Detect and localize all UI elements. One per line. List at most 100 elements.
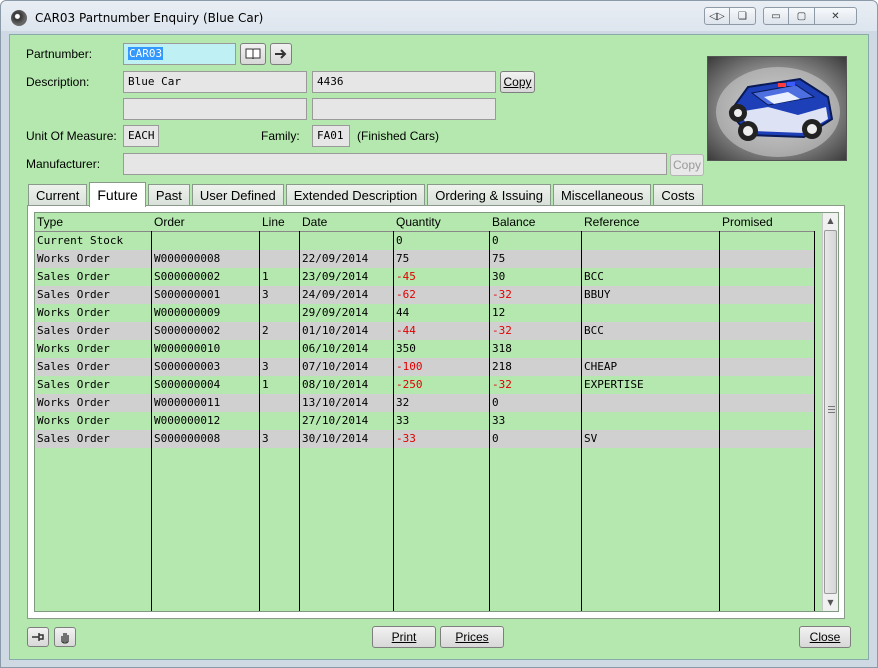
column-header-date[interactable]: Date — [300, 213, 327, 231]
column-header-order[interactable]: Order — [152, 213, 185, 231]
column-header-line[interactable]: Line — [260, 213, 285, 231]
cell-promised — [720, 340, 722, 358]
scroll-thumb[interactable] — [824, 230, 837, 594]
cell-order: W000000008 — [154, 252, 221, 265]
cell-date: 30/10/2014 — [302, 432, 369, 445]
vertical-scrollbar[interactable]: ▲ ▼ — [822, 213, 838, 611]
lookup-book-button[interactable] — [240, 43, 266, 65]
column-header-promised[interactable]: Promised — [720, 213, 773, 231]
table-row[interactable]: Sales Order S000000001 3 24/09/2014 -62 -32 BB… — [35, 286, 815, 304]
family-input[interactable]: FA01 — [312, 125, 350, 147]
cell-type: Sales Order — [37, 432, 110, 445]
cell-reference: BCC — [584, 270, 604, 283]
prices-button[interactable]: Prices — [440, 626, 504, 648]
tab-ordering-issuing[interactable]: Ordering & Issuing — [427, 184, 551, 206]
cell-balance: 0 — [492, 234, 499, 247]
column-header-reference[interactable]: Reference — [582, 213, 639, 231]
cell-type: Current Stock — [37, 234, 124, 247]
cell-date: 23/09/2014 — [302, 270, 369, 283]
tab-extended-description[interactable]: Extended Description — [285, 184, 426, 206]
tab-costs[interactable]: Costs — [653, 184, 703, 206]
cell-date: 06/10/2014 — [302, 342, 369, 355]
column-header-quantity[interactable]: Quantity — [394, 213, 441, 231]
column-divider — [719, 231, 720, 611]
pin-icon — [32, 633, 44, 641]
cell-line: 1 — [262, 378, 269, 391]
table-row[interactable]: Sales Order S000000008 3 30/10/2014 -33 0 SV — [35, 430, 815, 448]
cell-balance: 0 — [492, 396, 499, 409]
maximize-button[interactable]: ▢ — [789, 7, 815, 25]
cell-line: 3 — [262, 432, 269, 445]
description-code-input[interactable]: 4436 — [312, 71, 496, 93]
table-row[interactable]: Works Order W000000010 06/10/2014 350 318 — [35, 340, 815, 358]
copy-manufacturer-button[interactable]: Copy — [670, 154, 704, 176]
blue-car-icon — [716, 67, 840, 157]
cell-promised — [720, 286, 722, 304]
table-row[interactable]: Current Stock 0 0 — [35, 232, 815, 250]
cell-type: Sales Order — [37, 324, 110, 337]
cell-quantity: -100 — [396, 360, 423, 373]
app-logo-icon — [11, 10, 27, 26]
cell-quantity: 33 — [396, 414, 410, 427]
hand-icon — [61, 633, 69, 644]
cell-type: Sales Order — [37, 270, 110, 283]
column-header-balance[interactable]: Balance — [490, 213, 535, 231]
cell-promised — [720, 430, 722, 448]
tab-miscellaneous[interactable]: Miscellaneous — [552, 184, 652, 206]
print-button[interactable]: Print — [372, 626, 436, 648]
cell-quantity: -44 — [396, 324, 416, 337]
table-row[interactable]: Works Order W000000012 27/10/2014 33 33 — [35, 412, 815, 430]
scroll-up-icon[interactable]: ▲ — [823, 213, 838, 229]
tile-window-button[interactable]: ◁▷ — [704, 7, 730, 25]
minimize-button[interactable]: ▭ — [763, 7, 789, 25]
title-bar[interactable]: CAR03 Partnumber Enquiry (Blue Car) ◁▷ ❏… — [1, 1, 877, 35]
close-button[interactable]: Close — [799, 626, 851, 648]
future-tab-panel: Type Order Line Date Quantity Balance Re… — [27, 205, 845, 619]
scroll-down-icon[interactable]: ▼ — [823, 595, 838, 611]
description-line2-input[interactable] — [123, 98, 307, 120]
close-window-button[interactable]: ✕ — [815, 7, 857, 25]
future-transactions-grid[interactable]: Type Order Line Date Quantity Balance Re… — [34, 212, 839, 612]
grid-header: Type Order Line Date Quantity Balance Re… — [35, 213, 825, 231]
cell-line — [260, 232, 262, 250]
description-input[interactable]: Blue Car — [123, 71, 307, 93]
column-divider — [581, 231, 582, 611]
tab-future[interactable]: Future — [89, 182, 146, 207]
tab-current[interactable]: Current — [28, 184, 88, 206]
cell-balance: 30 — [492, 270, 506, 283]
manufacturer-input[interactable] — [123, 153, 667, 175]
table-row[interactable]: Sales Order S000000002 1 23/09/2014 -45 30 BCC — [35, 268, 815, 286]
table-row[interactable]: Sales Order S000000004 1 08/10/2014 -250 -32 E… — [35, 376, 815, 394]
window-title: CAR03 Partnumber Enquiry (Blue Car) — [35, 11, 264, 25]
cell-reference — [582, 394, 584, 412]
cell-line — [260, 340, 262, 358]
prices-label: Prices — [455, 630, 489, 644]
hand-tool-button[interactable] — [54, 627, 76, 647]
manufacturer-label: Manufacturer: — [26, 157, 101, 171]
tab-user-defined[interactable]: User Defined — [191, 184, 284, 206]
description-line2-code-input[interactable] — [312, 98, 496, 120]
table-row[interactable]: Sales Order S000000002 2 01/10/2014 -44 -32 BC… — [35, 322, 815, 340]
column-divider — [393, 231, 394, 611]
copy-window-button[interactable]: ❏ — [730, 7, 756, 25]
pin-button[interactable] — [27, 627, 49, 647]
copy-description-button[interactable]: Copy — [500, 71, 535, 93]
cell-type: Works Order — [37, 306, 110, 319]
column-header-type[interactable]: Type — [35, 213, 63, 231]
go-arrow-button[interactable] — [270, 43, 292, 65]
cell-balance: -32 — [492, 288, 512, 301]
cell-balance: 318 — [492, 342, 512, 355]
cell-quantity: 44 — [396, 306, 410, 319]
cell-order: S000000002 — [154, 270, 221, 283]
table-row[interactable]: Works Order W000000011 13/10/2014 32 0 — [35, 394, 815, 412]
tab-past[interactable]: Past — [147, 184, 190, 206]
table-row[interactable]: Works Order W000000008 22/09/2014 75 75 — [35, 250, 815, 268]
cell-date — [300, 232, 302, 250]
cell-type: Sales Order — [37, 378, 110, 391]
close-label: Close — [809, 630, 841, 644]
cell-balance: 12 — [492, 306, 506, 319]
table-row[interactable]: Works Order W000000009 29/09/2014 44 12 — [35, 304, 815, 322]
table-row[interactable]: Sales Order S000000003 3 07/10/2014 -100 218 C… — [35, 358, 815, 376]
uom-input[interactable]: EACH — [123, 125, 159, 147]
partnumber-input[interactable]: CAR03 — [123, 43, 236, 65]
